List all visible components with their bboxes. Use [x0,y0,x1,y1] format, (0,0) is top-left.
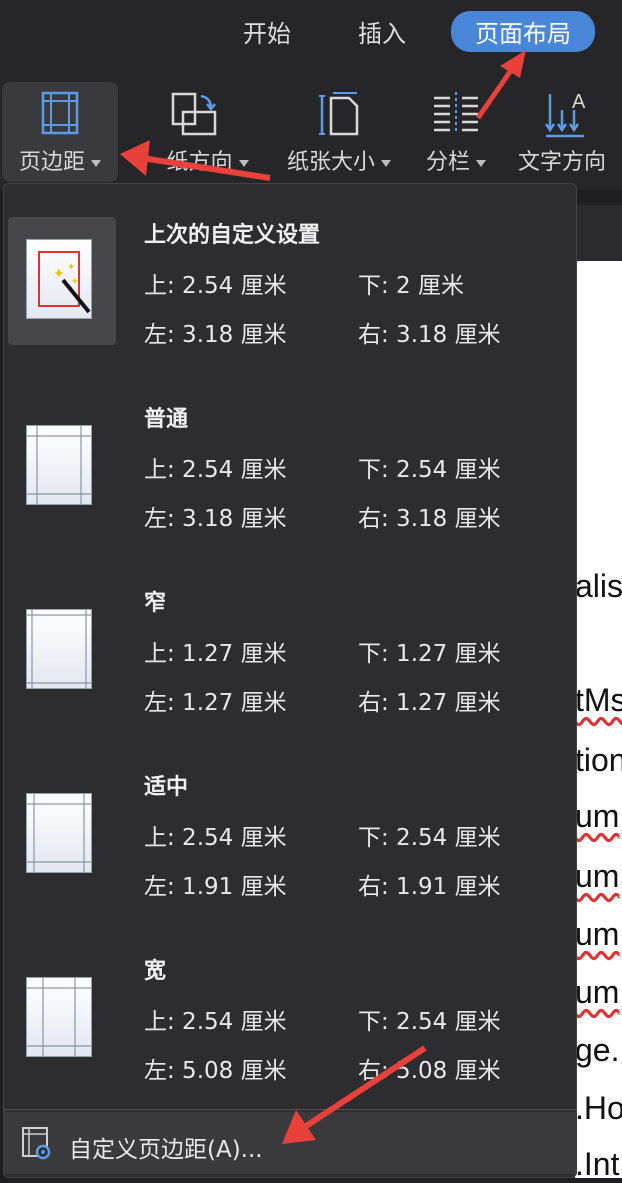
margin-preview-icon [26,977,92,1057]
custom-margins-icon [22,1127,51,1160]
paper-size-button[interactable]: 纸张大小 [278,82,400,182]
margin-top-value: 上: 2.54 厘米 [144,457,287,483]
text-direction-button[interactable]: A 文字方向 [518,82,618,182]
margin-left-value: 左: 5.08 厘米 [144,1058,287,1084]
doc-text: .Ho [575,1090,622,1126]
margin-preset-wide[interactable]: 宽 上: 2.54 厘米 下: 2.54 厘米 左: 5.08 厘米 右: 5.… [8,943,568,1103]
margin-left-value: 左: 1.91 厘米 [144,874,287,900]
paper-size-label: 纸张大小 [286,150,375,175]
text-direction-label: 文字方向 [518,150,607,175]
margin-bottom-value: 下: 1.27 厘米 [358,641,501,667]
margin-left-value: 左: 3.18 厘米 [144,506,287,532]
margin-bottom-value: 下: 2.54 厘米 [358,825,501,851]
margins-label: 页边距 [18,150,85,175]
margins-icon [41,91,79,135]
doc-text: alis [575,568,622,604]
margin-left-value: 左: 1.27 厘米 [144,690,287,716]
margin-preset-narrow[interactable]: 窄 上: 1.27 厘米 下: 1.27 厘米 左: 1.27 厘米 右: 1.… [8,575,568,735]
preset-title: 普通 [144,407,189,432]
orientation-label: 纸方向 [166,150,233,175]
margin-top-value: 上: 2.54 厘米 [144,273,287,299]
doc-text: ge. [575,1032,620,1068]
margin-preview-icon: ✦ ✦ ✦ [26,239,92,319]
preset-title: 适中 [144,775,189,800]
margin-preset-normal[interactable]: 普通 上: 2.54 厘米 下: 2.54 厘米 左: 3.18 厘米 右: 3… [8,391,568,551]
margin-right-value: 右: 1.91 厘米 [358,874,501,900]
columns-button[interactable]: 分栏 [418,82,494,182]
margin-bottom-value: 下: 2.54 厘米 [358,457,501,483]
svg-text:A: A [572,91,586,113]
margin-bottom-value: 下: 2 厘米 [358,273,465,299]
margin-top-value: 上: 2.54 厘米 [144,825,287,851]
margin-right-value: 右: 3.18 厘米 [358,506,501,532]
doc-text: um [575,916,620,952]
doc-text: tMs [575,682,622,718]
margin-right-value: 右: 1.27 厘米 [358,690,501,716]
margin-preset-last-custom[interactable]: ✦ ✦ ✦ 上次的自定义设置 上: 2.54 厘米 下: 2 厘米 左: 3.1… [8,207,568,367]
margin-preview-icon [26,425,92,505]
svg-text:✦: ✦ [53,266,65,282]
custom-margins-button[interactable]: 自定义页边距(A)... [3,1112,577,1174]
margin-preview-icon [26,609,92,689]
title-tab-bar: 开始 插入 页面布局 [0,0,622,64]
custom-margins-label: 自定义页边距(A)... [69,1137,263,1163]
text-direction-icon: A [544,91,586,138]
doc-text: um [575,798,620,834]
orientation-button[interactable]: 纸方向 [140,82,250,182]
document-header-bar [575,205,622,261]
margin-top-value: 上: 2.54 厘米 [144,1009,287,1035]
margin-left-value: 左: 3.18 厘米 [144,322,287,348]
margin-preset-moderate[interactable]: 适中 上: 2.54 厘米 下: 2.54 厘米 左: 1.91 厘米 右: 1… [8,759,568,919]
doc-text: tion [575,742,622,778]
chevron-down-icon [91,159,101,167]
chevron-down-icon [238,159,249,167]
orientation-icon [171,92,217,136]
margin-right-value: 右: 5.08 厘米 [358,1058,501,1084]
svg-text:✦: ✦ [71,277,79,287]
columns-label: 分栏 [425,150,470,175]
preset-title: 上次的自定义设置 [144,223,321,248]
margin-right-value: 右: 3.18 厘米 [358,322,501,348]
chevron-down-icon [381,159,391,167]
tab-insert[interactable]: 插入 [358,14,406,49]
margin-bottom-value: 下: 2.54 厘米 [358,1009,501,1035]
paper-size-icon [319,92,359,136]
preset-title: 窄 [144,591,167,616]
tab-page-layout[interactable]: 页面布局 [451,11,595,52]
doc-text: um [575,974,620,1010]
preset-title: 宽 [144,959,167,984]
tab-home[interactable]: 开始 [243,14,291,49]
margin-top-value: 上: 1.27 厘米 [144,641,287,667]
menu-divider [3,1109,577,1110]
chevron-down-icon [476,159,486,167]
doc-text: um [575,858,620,894]
doc-text: .Int [575,1146,620,1182]
margin-preview-icon [26,793,92,873]
margins-button[interactable]: 页边距 [2,82,118,182]
svg-text:✦: ✦ [67,262,75,273]
columns-icon [434,92,478,134]
